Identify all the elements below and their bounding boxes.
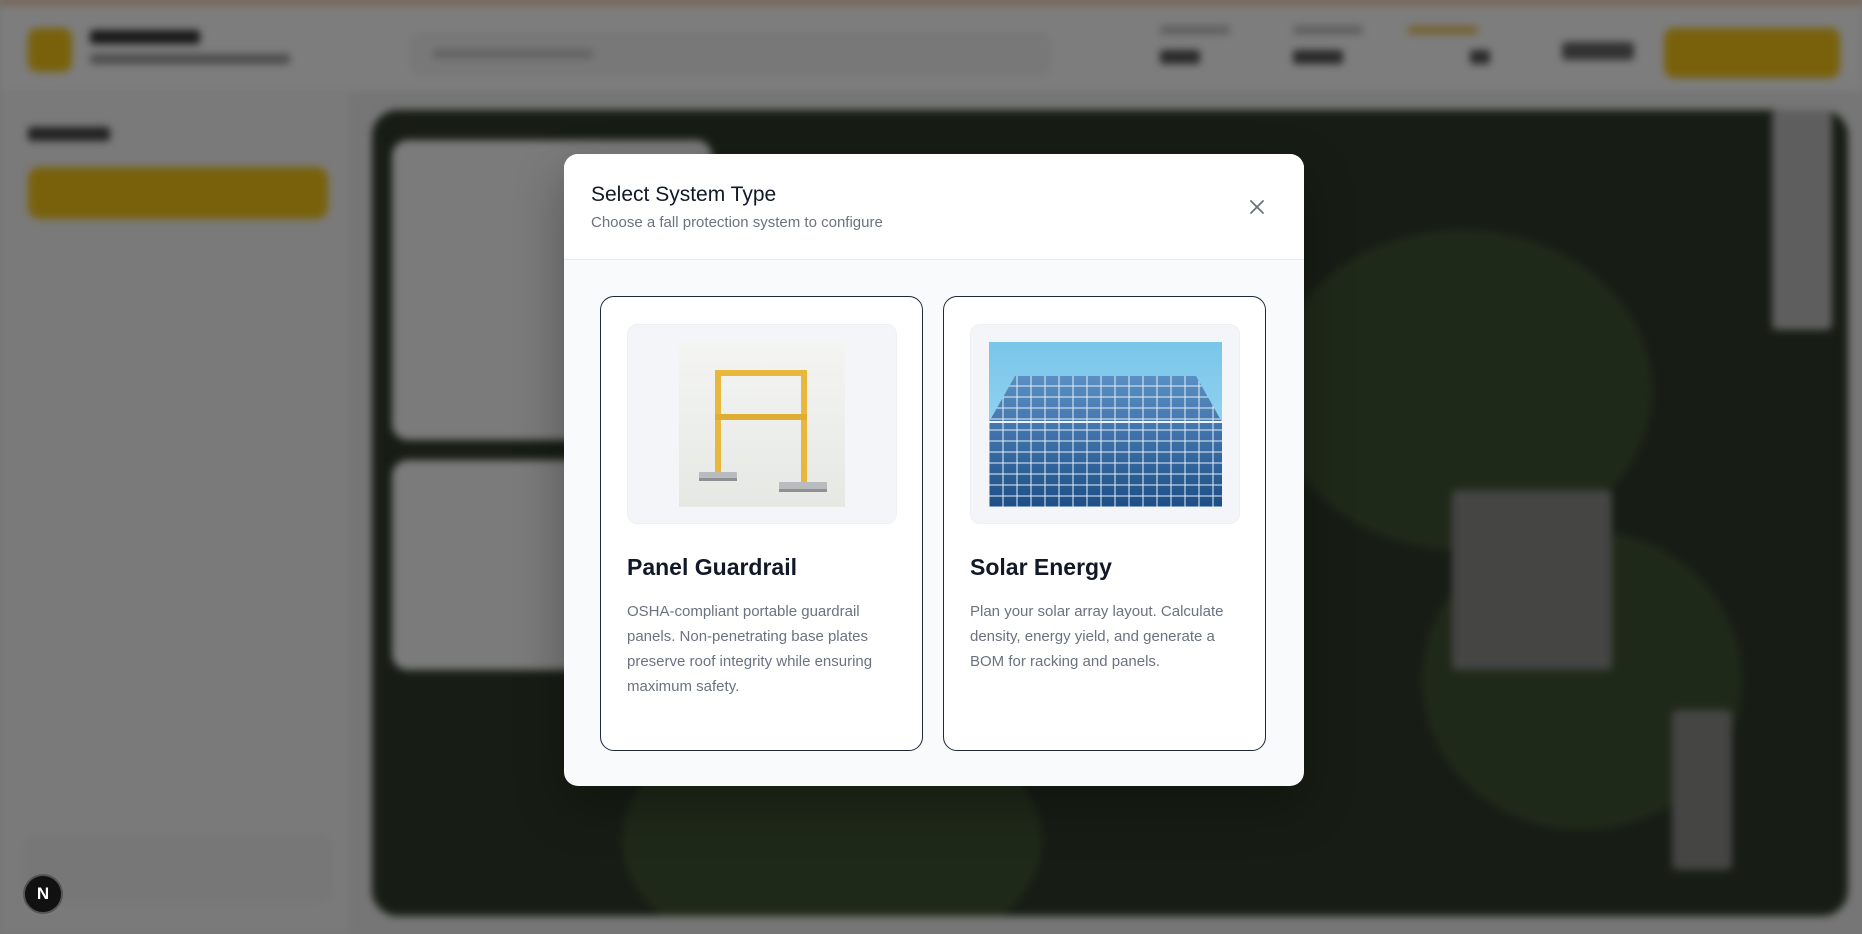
option-title: Solar Energy — [970, 554, 1112, 580]
option-description: OSHA-compliant portable guardrail panels… — [627, 603, 873, 695]
card-image-frame — [627, 324, 897, 524]
option-card-panel-guardrail[interactable]: Panel Guardrail OSHA-compliant portable … — [600, 296, 923, 751]
modal-subtitle: Choose a fall protection system to confi… — [591, 214, 883, 231]
next-dev-badge[interactable]: N — [23, 874, 63, 914]
close-button[interactable] — [1239, 191, 1275, 227]
option-title: Panel Guardrail — [627, 554, 798, 580]
solar-panel-image — [988, 341, 1222, 507]
guardrail-panel-image — [679, 341, 845, 507]
modal-title: Select System Type — [591, 183, 777, 206]
system-type-modal: Select System Type Choose a fall protect… — [564, 154, 1304, 786]
card-image-frame — [970, 324, 1240, 524]
option-description: Plan your solar array layout. Calculate … — [970, 603, 1224, 670]
next-badge-label: N — [36, 884, 50, 903]
close-icon — [1248, 198, 1266, 221]
modal-header: Select System Type Choose a fall protect… — [564, 154, 1304, 260]
option-card-solar-energy[interactable]: Solar Energy Plan your solar array layou… — [943, 296, 1266, 751]
